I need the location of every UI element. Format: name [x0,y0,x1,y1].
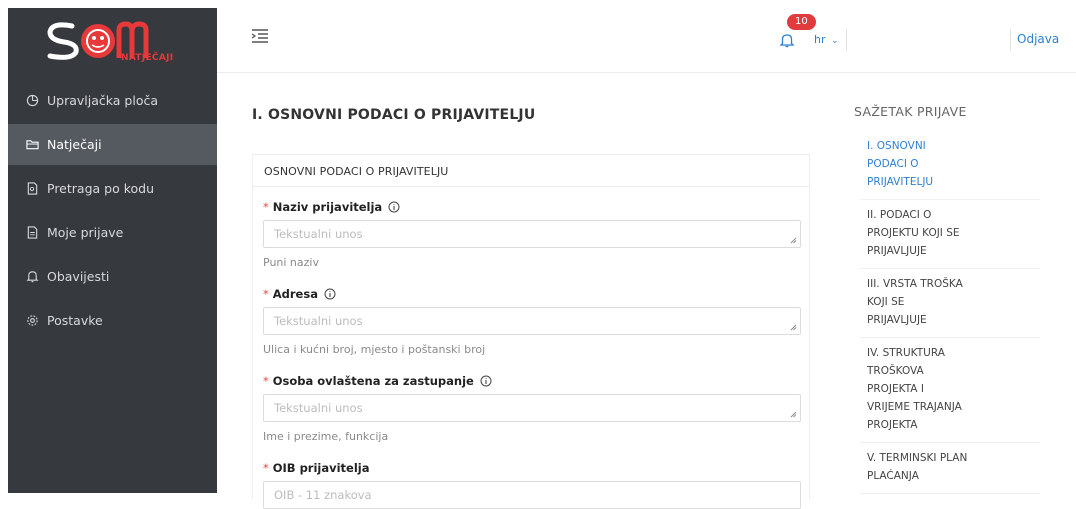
form-card: OSNOVNI PODACI O PRIJAVITELJU * Naziv pr… [252,154,810,509]
top-header: 10 hr ⌄ Odjava [217,8,1076,73]
app-window: NATJEČAJI Upravljačka ploča Natječaji Pr… [0,0,1076,509]
field-hint: Ulica i kućni broj, mjesto i poštanski b… [263,343,486,356]
summary-item-5[interactable]: V. TERMINSKI PLAN PLAĆANJA [860,447,1040,494]
sidebar-item-pretraga[interactable]: Pretraga po kodu [8,168,217,209]
resize-handle-icon[interactable] [790,411,797,418]
field-adresa: * Adresa Tekstualni unos Ulica i kućni b… [263,286,801,356]
field-label: OIB prijavitelja [272,461,370,475]
summary-item-4[interactable]: IV. STRUKTURA TROŠKOVA PROJEKTA I VRIJEM… [860,342,1040,443]
field-hint: Ime i prezime, funkcija [263,430,389,443]
file-search-icon [25,182,39,196]
resize-handle-icon[interactable] [790,237,797,244]
main-content: I. OSNOVNI PODACI O PRIJAVITELJU OSNOVNI… [217,74,827,509]
header-divider [846,29,847,51]
menu-toggle-icon[interactable] [251,28,269,44]
info-icon[interactable] [480,375,492,387]
sidebar-item-label: Postavke [47,313,103,328]
card-title: OSNOVNI PODACI O PRIJAVITELJU [253,155,809,187]
sidebar-item-label: Natječaji [47,137,102,152]
required-marker: * [263,461,269,475]
notifications-bell-icon[interactable] [779,32,795,48]
language-selector[interactable]: hr ⌄ [814,33,839,46]
sidebar-nav: Upravljačka ploča Natječaji Pretraga po … [8,80,217,341]
sidebar-item-obavijesti[interactable]: Obavijesti [8,256,217,297]
chevron-down-icon: ⌄ [831,36,839,46]
sidebar-item-moje-prijave[interactable]: Moje prijave [8,212,217,253]
sidebar: NATJEČAJI Upravljačka ploča Natječaji Pr… [8,8,217,493]
page-title: I. OSNOVNI PODACI O PRIJAVITELJU [252,107,536,123]
required-marker: * [263,200,269,214]
osoba-textarea[interactable]: Tekstualni unos [263,394,801,422]
header-divider [1010,29,1011,51]
sidebar-item-label: Moje prijave [47,225,124,240]
sidebar-item-dashboard[interactable]: Upravljačka ploča [8,80,217,121]
field-hint: Puni naziv [263,256,319,269]
field-label: Naziv prijavitelja [272,200,383,214]
summary-item-3[interactable]: III. VRSTA TROŠKA KOJI SE PRIJAVLJUJE [860,273,1040,338]
input-placeholder: OIB - 11 znakova [274,488,372,502]
sidebar-item-label: Obavijesti [47,269,110,284]
required-marker: * [263,374,269,388]
gear-icon [25,314,39,328]
logout-link[interactable]: Odjava [1017,32,1059,46]
sidebar-item-label: Upravljačka ploča [47,93,158,108]
input-placeholder: Tekstualni unos [274,314,363,328]
sidebar-item-postavke[interactable]: Postavke [8,300,217,341]
resize-handle-icon[interactable] [790,324,797,331]
summary-list: I. OSNOVNI PODACI O PRIJAVITELJU II. POD… [860,135,1040,498]
folder-icon [25,138,39,152]
field-naziv-prijavitelja: * Naziv prijavitelja Tekstualni unos Pun… [263,199,801,269]
field-label: Osoba ovlaštena za zastupanje [272,374,474,388]
field-label: Adresa [272,287,318,301]
sidebar-item-label: Pretraga po kodu [47,181,154,196]
summary-title: SAŽETAK PRIJAVE [854,104,967,119]
field-osoba-ovlastena: * Osoba ovlaštena za zastupanje Tekstual… [263,373,801,443]
bell-icon [25,270,39,284]
field-oib: * OIB prijavitelja OIB - 11 znakova [263,460,801,509]
sidebar-item-natjecaji[interactable]: Natječaji [8,124,217,165]
input-placeholder: Tekstualni unos [274,227,363,241]
input-placeholder: Tekstualni unos [274,401,363,415]
dashboard-icon [25,94,39,108]
oib-input[interactable]: OIB - 11 znakova [263,481,801,509]
naziv-textarea[interactable]: Tekstualni unos [263,220,801,248]
language-label: hr [814,33,826,46]
required-marker: * [263,287,269,301]
logo[interactable]: NATJEČAJI [8,8,217,74]
info-icon[interactable] [388,201,400,213]
brand-subtitle: NATJEČAJI [121,53,174,63]
info-icon[interactable] [324,288,336,300]
notification-count-badge: 10 [787,14,816,30]
summary-item-1[interactable]: I. OSNOVNI PODACI O PRIJAVITELJU [860,135,1040,200]
summary-item-2[interactable]: II. PODACI O PROJEKTU KOJI SE PRIJAVLJUJ… [860,204,1040,269]
adresa-textarea[interactable]: Tekstualni unos [263,307,801,335]
document-icon [25,226,39,240]
